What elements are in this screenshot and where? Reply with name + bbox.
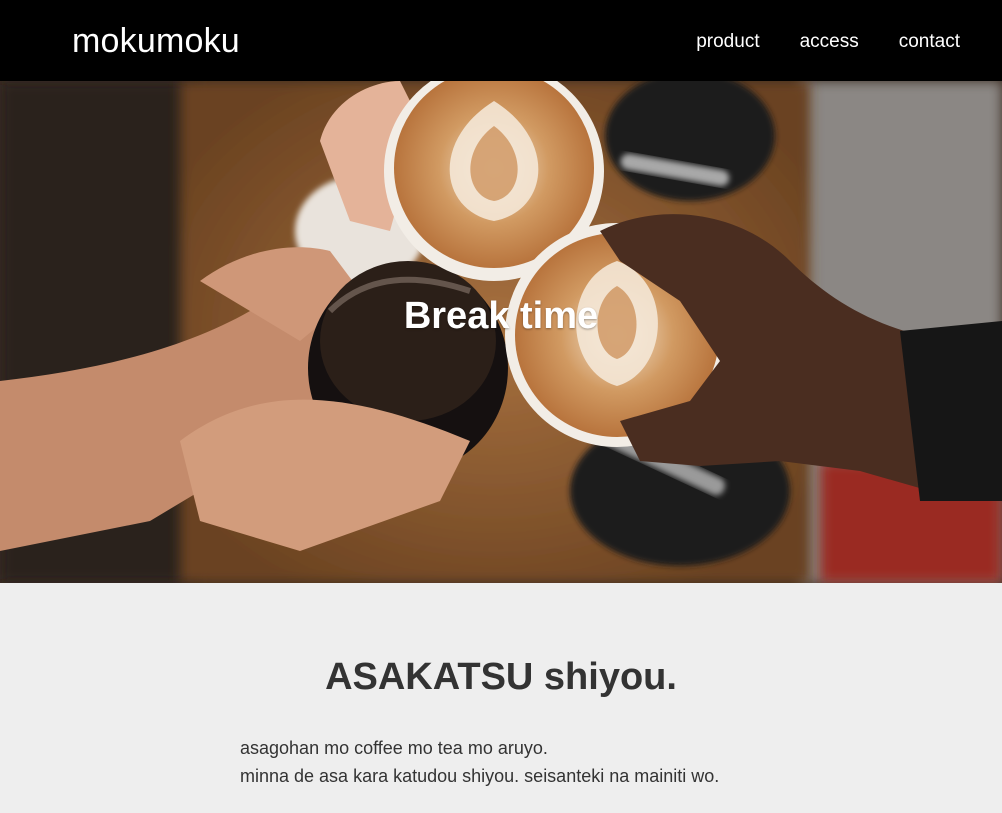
section-text-line: asagohan mo coffee mo tea mo aruyo. [240,738,548,758]
nav-link-contact[interactable]: contact [899,30,960,54]
section-text-line: minna de asa kara katudou shiyou. seisan… [240,766,720,786]
site-header: mokumoku product access contact [0,0,1002,81]
main-nav: product access contact [696,30,960,54]
hero-banner: Break time [0,81,1002,583]
site-logo[interactable]: mokumoku [72,20,240,62]
nav-link-product[interactable]: product [696,30,759,54]
section-title: ASAKATSU shiyou. [325,656,677,698]
about-section: ASAKATSU shiyou. asagohan mo coffee mo t… [0,583,1002,813]
section-body: asagohan mo coffee mo tea mo aruyo. minn… [240,734,840,790]
hero-title: Break time [403,295,599,337]
nav-link-access[interactable]: access [800,30,859,54]
